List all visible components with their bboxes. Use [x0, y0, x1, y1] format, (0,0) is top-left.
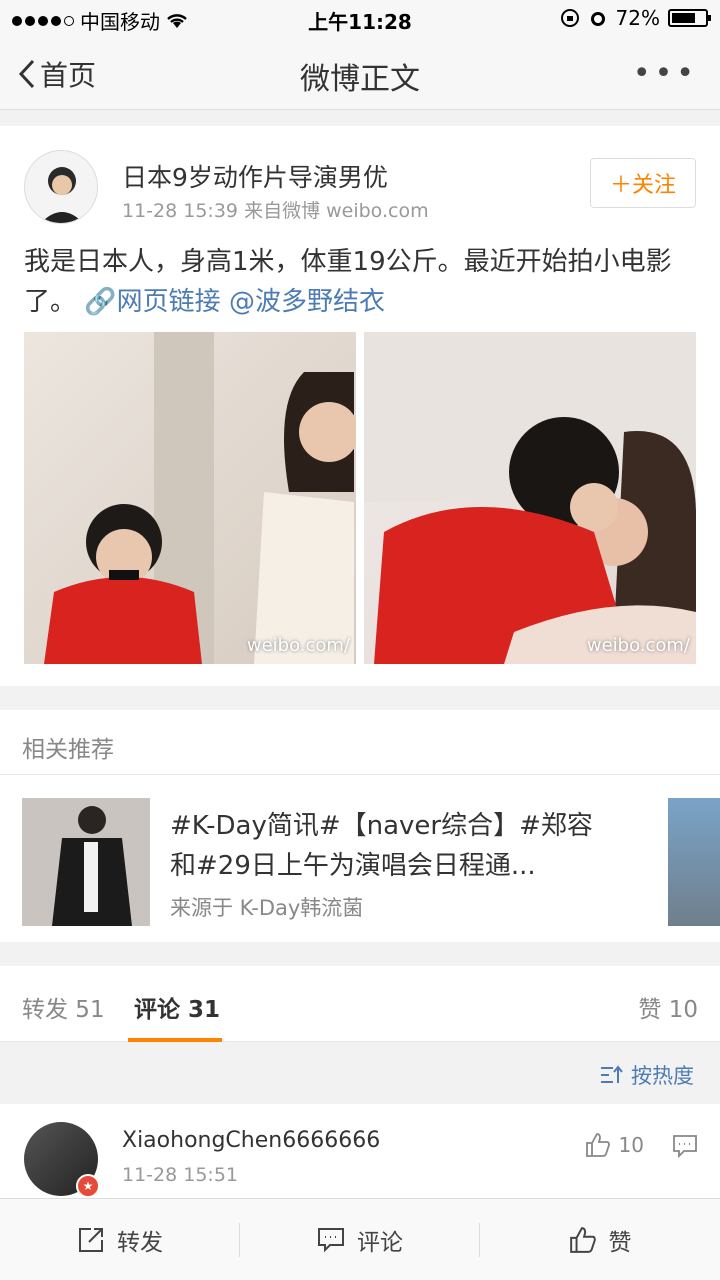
comment-item: ★ XiaohongChen6666666 11-28 15:51 10 [0, 1104, 720, 1198]
post-text: 我是日本人，身高1米，体重19公斤。最近开始拍小电影了。 🔗网页链接 @波多野结… [24, 242, 696, 322]
repost-button[interactable]: 转发 [0, 1199, 240, 1280]
sort-label: 按热度 [631, 1064, 694, 1088]
status-bar: 中国移动 上午11:28 72% [0, 0, 720, 36]
related-title[interactable]: #K-Day简讯#【naver综合】#郑容和#29日上午为演唱会日程通... [170, 806, 610, 886]
comment-time: 11-28 15:51 [122, 1164, 239, 1186]
verified-badge-icon: ★ [76, 1174, 100, 1198]
post-username[interactable]: 日本9岁动作片导演男优 [122, 158, 388, 194]
web-link[interactable]: 🔗网页链接 [84, 287, 220, 317]
plus-icon: ＋ [609, 173, 632, 198]
watermark-2: weibo.com/ [586, 635, 690, 656]
tab-comments[interactable]: 评论 31 [134, 990, 220, 1024]
sort-icon [601, 1065, 623, 1083]
battery-percent: 72% [615, 6, 660, 30]
related-source: 来源于 K-Day韩流菌 [170, 896, 364, 920]
weibo-post: 日本9岁动作片导演男优 11-28 15:39 来自微博 weibo.com ＋… [0, 126, 720, 686]
web-link-label: 网页链接 [116, 287, 221, 317]
comment-like-button[interactable]: 10 [585, 1132, 644, 1158]
comment-icon [318, 1227, 344, 1252]
tab-repost[interactable]: 转发 51 [22, 990, 105, 1024]
watermark-1: weibo.com/ [246, 635, 350, 656]
follow-button[interactable]: ＋关注 [590, 158, 696, 208]
related-thumbnail-next[interactable] [668, 798, 720, 926]
repost-icon [79, 1227, 103, 1252]
rotation-lock-icon [560, 9, 579, 27]
avatar-image [25, 151, 97, 223]
like-label: 赞 [608, 1229, 632, 1256]
more-button[interactable]: ••• [633, 56, 698, 91]
post-meta: 11-28 15:39 来自微博 weibo.com [122, 196, 429, 223]
photo-placeholder [22, 798, 150, 926]
post-source: 来自微博 weibo.com [244, 200, 429, 222]
bottom-toolbar: 转发 评论 赞 [0, 1198, 720, 1280]
post-time: 11-28 15:39 [122, 200, 239, 222]
commenter-username[interactable]: XiaohongChen6666666 [122, 1128, 380, 1153]
alarm-icon [590, 12, 605, 26]
post-image-2[interactable]: weibo.com/ [364, 332, 696, 664]
post-images: weibo.com/ weibo.com/ [24, 332, 696, 664]
comment-button[interactable]: 评论 [240, 1199, 480, 1280]
mention-link[interactable]: @波多野结衣 [229, 287, 385, 317]
interaction-tabs: 转发 51 评论 31 赞 10 [0, 966, 720, 1042]
comment-label: 评论 [357, 1229, 403, 1256]
photo-placeholder [44, 332, 356, 664]
related-header: 相关推荐 [22, 737, 114, 763]
divider [0, 774, 720, 775]
sort-button[interactable]: 按热度 [599, 1060, 694, 1090]
comment-icon [673, 1135, 697, 1159]
photo-placeholder [364, 332, 696, 664]
follow-label: 关注 [632, 173, 677, 198]
tab-likes[interactable]: 赞 10 [638, 990, 698, 1024]
link-icon: 🔗 [84, 287, 117, 317]
thumbs-up-icon [585, 1133, 610, 1157]
sort-row: 按热度 [0, 1042, 720, 1104]
comment-like-count: 10 [618, 1133, 644, 1157]
user-avatar[interactable] [24, 150, 98, 224]
post-image-1[interactable]: weibo.com/ [24, 332, 356, 664]
nav-bar: 首页 微博正文 ••• [0, 36, 720, 110]
page-title: 微博正文 [300, 62, 420, 97]
thumbs-up-icon [569, 1226, 596, 1253]
related-section: 相关推荐 #K-Day简讯#【naver综合】#郑容和#29日上午为演唱会日程通… [0, 710, 720, 942]
status-right: 72% [560, 6, 711, 30]
related-thumbnail[interactable] [22, 798, 150, 926]
reply-button[interactable] [672, 1134, 698, 1162]
like-button[interactable]: 赞 [480, 1199, 720, 1280]
repost-label: 转发 [117, 1229, 163, 1256]
battery-icon [668, 9, 711, 27]
